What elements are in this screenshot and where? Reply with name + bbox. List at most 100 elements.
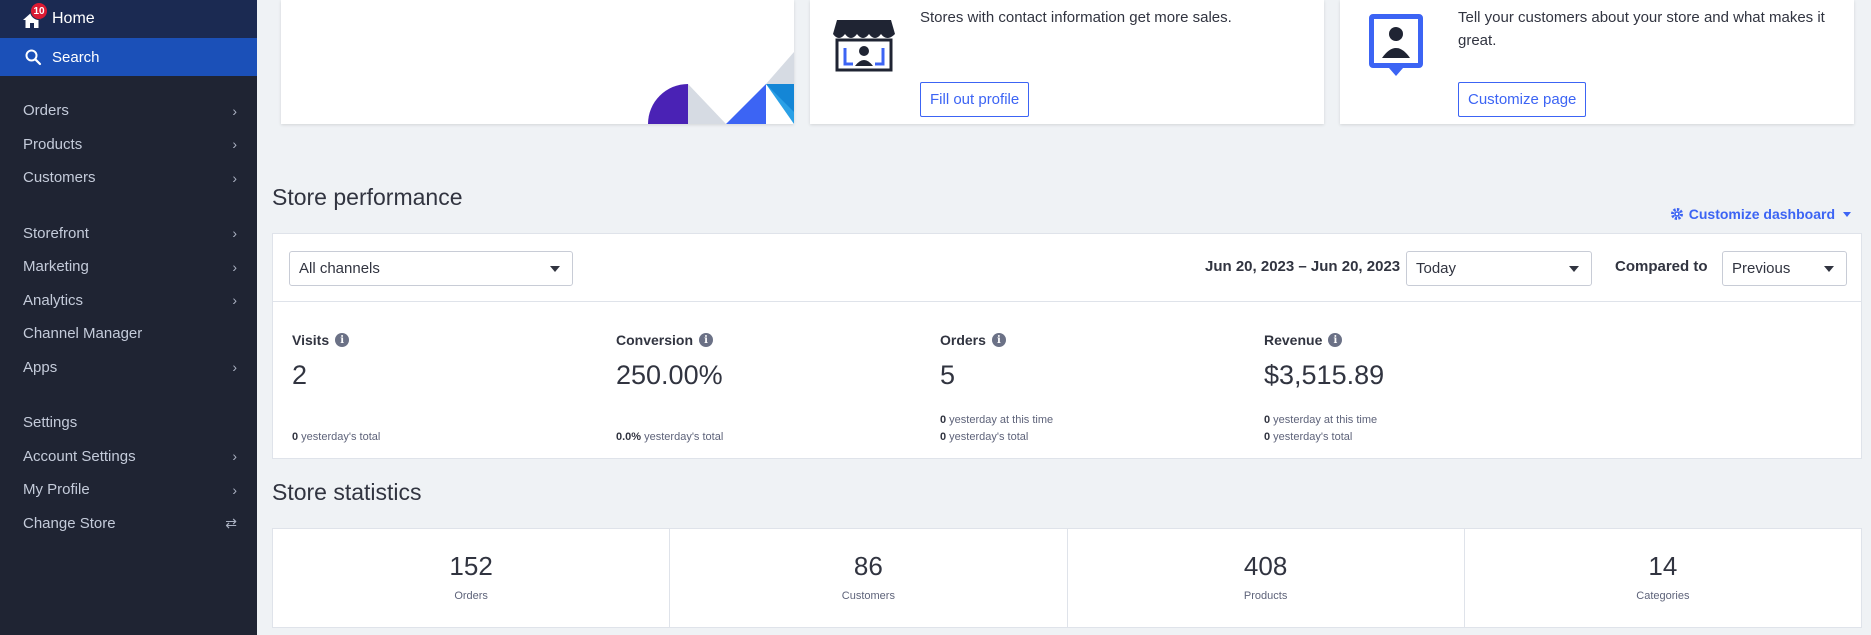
metric-label-text: Revenue: [1264, 332, 1323, 348]
chevron-right-icon: ›: [232, 359, 237, 376]
profile-card-text: Stores with contact information get more…: [920, 9, 1232, 26]
channel-select[interactable]: All channels: [289, 251, 573, 286]
period-select-value: Today: [1416, 260, 1457, 277]
customize-dashboard-link[interactable]: Customize dashboard: [1670, 206, 1851, 222]
home-icon: 10: [22, 2, 48, 30]
metric-sub-text: yesterday at this time: [1270, 414, 1378, 426]
sidebar-item-label: Orders: [23, 102, 69, 120]
metric-label-text: Conversion: [616, 332, 694, 348]
info-icon[interactable]: i: [991, 333, 1006, 347]
sidebar-item-channel-manager[interactable]: Channel Manager: [0, 317, 257, 351]
sidebar-item-label: Customers: [23, 169, 96, 187]
store-performance-title: Store performance: [272, 184, 463, 210]
sidebar-item-change-store[interactable]: Change Store ⇄: [0, 507, 257, 541]
sidebar-item-label: Storefront: [23, 224, 89, 242]
sidebar-home[interactable]: 10 Home: [0, 0, 257, 38]
stat-label: Categories: [1636, 590, 1690, 602]
metric-sub-yesterday-total: 0 yesterday's total: [1264, 428, 1352, 447]
stat-label: Products: [1243, 590, 1288, 602]
chevron-right-icon: ›: [232, 448, 237, 465]
promo-art-card: [281, 0, 794, 124]
store-statistics-panel: 152 Orders 86 Customers 408 Products 14 Categor…: [272, 528, 1862, 628]
metric-sub-text: yesterday at this time: [946, 414, 1054, 426]
chevron-right-icon: ›: [232, 258, 237, 275]
customize-page-button[interactable]: Customize page: [1458, 82, 1587, 117]
sidebar-search-label: Search: [52, 48, 100, 66]
notification-badge: 10: [30, 2, 48, 20]
metric-conversion: Conversion i 250.00% 0.0% yesterday's total: [616, 332, 996, 443]
storefront-icon: [833, 20, 895, 72]
stat-label: Customers: [841, 590, 895, 602]
sidebar-search[interactable]: Search: [0, 38, 257, 76]
sidebar-item-account-settings[interactable]: Account Settings ›: [0, 440, 257, 474]
metric-revenue: Revenue i $3,515.89 0 yesterday at this tim…: [1264, 332, 1644, 443]
metric-sub-text: yesterday's total: [1270, 431, 1353, 443]
sidebar-item-apps[interactable]: Apps ›: [0, 351, 257, 385]
metric-label: Revenue i: [1264, 332, 1644, 348]
sidebar-item-products[interactable]: Products ›: [0, 128, 257, 162]
performance-filter-bar: All channels Jun 20, 2023 – Jun 20, 2023…: [273, 234, 1861, 302]
sidebar-home-label: Home: [52, 10, 95, 27]
sidebar-item-storefront[interactable]: Storefront ›: [0, 217, 257, 251]
stat-customers[interactable]: 86 Customers: [670, 529, 1068, 627]
metric-visits: Visits i 2 0 yesterday's total: [292, 332, 672, 443]
metric-value: 2: [292, 360, 308, 390]
stat-value: 408: [1243, 551, 1288, 581]
caret-down-icon: [1824, 265, 1834, 272]
sidebar-group-channels: Storefront › Marketing › Analytics › Channel M…: [0, 195, 257, 385]
decorative-shapes: [648, 52, 794, 124]
sidebar-item-label: Settings: [23, 414, 78, 432]
sidebar-item-label: Analytics: [23, 291, 84, 309]
sidebar: 10 Home Search Orders › Products › Customers…: [0, 0, 257, 635]
sidebar-item-customers[interactable]: Customers ›: [0, 161, 257, 195]
compared-select[interactable]: Previous: [1722, 251, 1847, 286]
info-icon[interactable]: i: [335, 333, 350, 347]
channel-select-value: All channels: [299, 260, 380, 277]
sidebar-item-label: Change Store: [23, 514, 116, 532]
sidebar-item-marketing[interactable]: Marketing ›: [0, 250, 257, 284]
fill-out-profile-button[interactable]: Fill out profile: [920, 82, 1030, 117]
sidebar-item-settings[interactable]: Settings: [0, 406, 257, 440]
person-badge-icon: [1369, 14, 1423, 76]
sidebar-item-analytics[interactable]: Analytics ›: [0, 284, 257, 318]
sidebar-item-label: Account Settings: [23, 447, 136, 465]
metric-orders: Orders i 5 0 yesterday at this time 0 yester…: [940, 332, 1320, 443]
info-icon[interactable]: i: [699, 333, 714, 347]
stat-products[interactable]: 408 Products: [1068, 529, 1465, 627]
date-range-label: Jun 20, 2023 – Jun 20, 2023: [1205, 258, 1401, 275]
chevron-right-icon: ›: [232, 481, 237, 498]
sidebar-item-orders[interactable]: Orders ›: [0, 94, 257, 128]
sidebar-item-label: Marketing: [23, 258, 89, 276]
compared-to-label: Compared to: [1615, 258, 1708, 275]
store-performance-panel: All channels Jun 20, 2023 – Jun 20, 2023…: [272, 233, 1862, 459]
store-statistics-title: Store statistics: [272, 479, 422, 505]
stat-value: 152: [449, 551, 493, 581]
search-icon: [25, 49, 42, 66]
info-icon[interactable]: i: [1328, 333, 1343, 347]
sidebar-group-account: Settings Account Settings › My Profile › Chan…: [0, 384, 257, 540]
metric-label: Visits i: [292, 332, 672, 348]
stat-orders[interactable]: 152 Orders: [273, 529, 671, 627]
metric-label: Orders i: [940, 332, 1320, 348]
caret-down-icon: [550, 265, 560, 272]
switch-store-icon: ⇄: [225, 514, 237, 531]
metric-sub-number: 0.0%: [616, 431, 642, 443]
profile-card: Stores with contact information get more…: [810, 0, 1324, 124]
sidebar-item-label: Channel Manager: [23, 325, 143, 343]
sidebar-item-my-profile[interactable]: My Profile ›: [0, 473, 257, 507]
period-select[interactable]: Today: [1406, 251, 1592, 286]
stat-label: Orders: [454, 590, 488, 602]
metric-sub-yesterday-total: 0 yesterday's total: [292, 428, 380, 447]
stat-categories[interactable]: 14 Categories: [1465, 529, 1861, 627]
metric-value: 5: [940, 360, 956, 390]
chevron-right-icon: ›: [232, 292, 237, 309]
metric-sub-yesterday-total: 0.0% yesterday's total: [616, 428, 723, 447]
customize-card: Tell your customers about your store and…: [1340, 0, 1854, 124]
sidebar-item-label: My Profile: [23, 481, 90, 499]
sidebar-item-label: Products: [23, 135, 83, 153]
customize-card-text: Tell your customers about your store and…: [1458, 9, 1825, 49]
stat-value: 14: [1648, 551, 1678, 581]
compared-select-value: Previous: [1732, 260, 1791, 277]
customize-dashboard-label: Customize dashboard: [1688, 206, 1835, 222]
metric-sub-text: yesterday's total: [298, 431, 381, 443]
